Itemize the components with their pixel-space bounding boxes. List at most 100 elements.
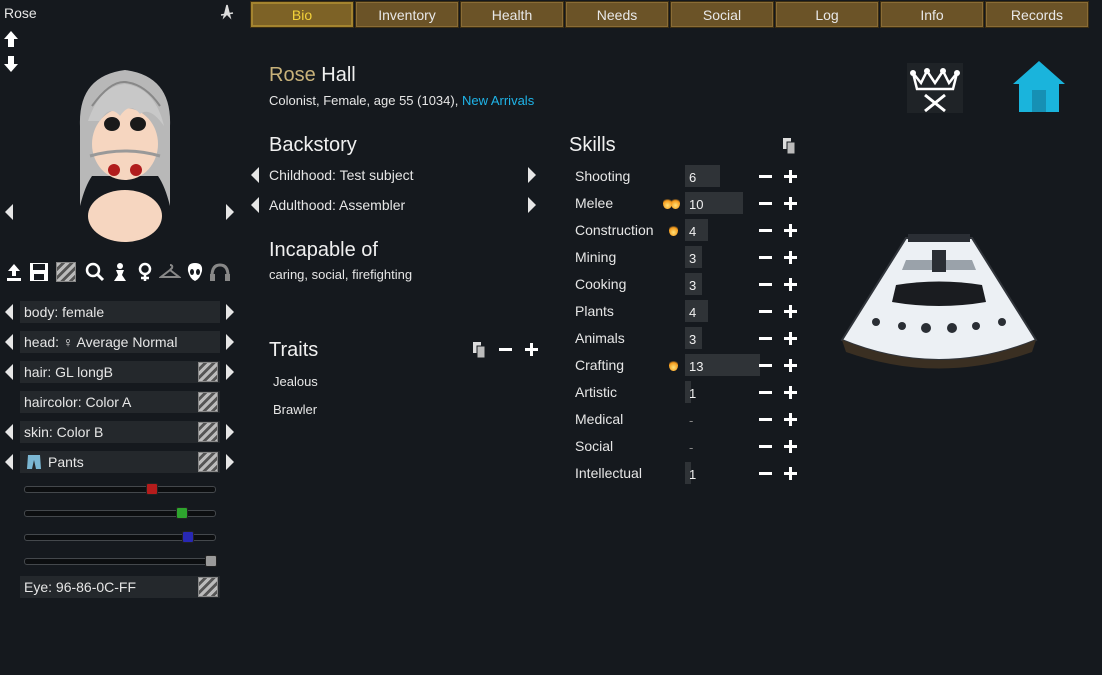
hair-next-arrow[interactable] — [226, 364, 234, 380]
adulthood-prev-arrow[interactable] — [251, 197, 259, 213]
apparel-field[interactable]: Pants — [20, 451, 220, 473]
portrait-next-arrow[interactable] — [226, 204, 234, 220]
haircolor-field[interactable]: haircolor: Color A — [20, 391, 220, 413]
pawn-shape-icon[interactable] — [110, 262, 130, 282]
childhood-next-arrow[interactable] — [528, 167, 536, 183]
home-icon[interactable] — [1012, 60, 1066, 114]
tab-info[interactable]: Info — [880, 1, 984, 28]
crown-icon[interactable] — [907, 63, 963, 113]
skill-increase-button[interactable] — [784, 170, 797, 183]
adulthood-next-arrow[interactable] — [528, 197, 536, 213]
skill-increase-button[interactable] — [784, 386, 797, 399]
skill-increase-button[interactable] — [784, 332, 797, 345]
pawn-last-name: Hall — [321, 64, 356, 86]
trait-item[interactable]: Brawler — [273, 402, 317, 417]
skill-increase-button[interactable] — [784, 413, 797, 426]
childhood-prev-arrow[interactable] — [251, 167, 259, 183]
save-icon[interactable] — [29, 262, 49, 282]
eye-randomize-icon[interactable] — [198, 577, 218, 597]
portrait-prev-arrow[interactable] — [5, 204, 13, 220]
skill-increase-button[interactable] — [784, 467, 797, 480]
skin-color-field[interactable]: skin: Color B — [20, 421, 220, 443]
skill-decrease-button[interactable] — [759, 391, 772, 394]
slider-red-knob[interactable] — [145, 483, 158, 495]
slider-blue[interactable] — [24, 531, 216, 543]
skill-decrease-button[interactable] — [759, 256, 772, 259]
tab-log[interactable]: Log — [775, 1, 879, 28]
gender-female-icon[interactable] — [135, 262, 155, 282]
skill-increase-button[interactable] — [784, 359, 797, 372]
body-type-field[interactable]: body: female — [20, 301, 220, 323]
upload-icon[interactable] — [4, 262, 24, 282]
skill-name: Plants — [575, 303, 614, 319]
skills-copy-icon[interactable] — [782, 137, 796, 155]
rename-icon[interactable] — [219, 4, 235, 20]
faction-link[interactable]: New Arrivals — [462, 93, 534, 108]
headphones-icon[interactable] — [209, 262, 231, 282]
skill-decrease-button[interactable] — [759, 472, 772, 475]
tab-social[interactable]: Social — [670, 1, 774, 28]
randomize-icon[interactable] — [56, 262, 76, 282]
eye-color-field[interactable]: Eye: 96-86-0C-FF — [20, 576, 220, 598]
tab-needs[interactable]: Needs — [565, 1, 669, 28]
skill-increase-button[interactable] — [784, 278, 797, 291]
trait-item[interactable]: Jealous — [273, 374, 318, 389]
hair-prev-arrow[interactable] — [5, 364, 13, 380]
skill-decrease-button[interactable] — [759, 337, 772, 340]
traits-copy-icon[interactable] — [472, 341, 486, 359]
apparel-prev-arrow[interactable] — [5, 454, 13, 470]
traits-remove-button[interactable] — [499, 348, 512, 351]
apparel-randomize-icon[interactable] — [198, 452, 218, 472]
body-prev-arrow[interactable] — [5, 304, 13, 320]
skill-increase-button[interactable] — [784, 224, 797, 237]
skill-decrease-button[interactable] — [759, 310, 772, 313]
skill-value: - — [689, 440, 694, 455]
head-type-field[interactable]: head: ♀ Average Normal — [20, 331, 220, 353]
body-next-arrow[interactable] — [226, 304, 234, 320]
slider-red[interactable] — [24, 483, 216, 495]
adulthood-backstory[interactable]: Adulthood: Assembler — [269, 197, 405, 213]
head-prev-arrow[interactable] — [5, 334, 13, 350]
skill-decrease-button[interactable] — [759, 364, 772, 367]
tab-health[interactable]: Health — [460, 1, 564, 28]
skill-increase-button[interactable] — [784, 197, 797, 210]
skill-decrease-button[interactable] — [759, 283, 772, 286]
tab-bio[interactable]: Bio — [250, 1, 354, 28]
tab-records[interactable]: Records — [985, 1, 1089, 28]
hanger-icon[interactable] — [159, 262, 181, 282]
search-icon[interactable] — [85, 262, 105, 282]
skill-decrease-button[interactable] — [759, 202, 772, 205]
skill-name: Construction — [575, 222, 654, 238]
skill-decrease-button[interactable] — [759, 175, 772, 178]
move-up-icon[interactable] — [3, 30, 19, 48]
slider-green-knob[interactable] — [176, 507, 189, 519]
skill-increase-button[interactable] — [784, 305, 797, 318]
hair-randomize-icon[interactable] — [198, 362, 218, 382]
skin-prev-arrow[interactable] — [5, 424, 13, 440]
alien-icon[interactable] — [186, 262, 204, 282]
skill-increase-button[interactable] — [784, 440, 797, 453]
skill-decrease-button[interactable] — [759, 418, 772, 421]
traits-add-button[interactable] — [525, 343, 538, 356]
skill-name: Social — [575, 438, 614, 454]
skin-randomize-icon[interactable] — [198, 422, 218, 442]
skill-value: 1 — [689, 386, 697, 401]
slider-green[interactable] — [24, 507, 216, 519]
hair-style-field[interactable]: hair: GL longB — [20, 361, 220, 383]
haircolor-randomize-icon[interactable] — [198, 392, 218, 412]
move-down-icon[interactable] — [3, 55, 19, 73]
traits-heading: Traits — [269, 339, 319, 361]
skin-next-arrow[interactable] — [226, 424, 234, 440]
pawn-first-name: Rose — [269, 64, 316, 86]
skill-increase-button[interactable] — [784, 251, 797, 264]
head-next-arrow[interactable] — [226, 334, 234, 350]
childhood-backstory[interactable]: Childhood: Test subject — [269, 167, 414, 183]
slider-blue-knob[interactable] — [181, 531, 194, 543]
slider-alpha[interactable] — [24, 555, 217, 567]
tab-inventory[interactable]: Inventory — [355, 1, 459, 28]
skill-decrease-button[interactable] — [759, 445, 772, 448]
slider-alpha-knob[interactable] — [205, 555, 217, 567]
skill-decrease-button[interactable] — [759, 229, 772, 232]
skill-name: Intellectual — [575, 465, 642, 481]
apparel-next-arrow[interactable] — [226, 454, 234, 470]
